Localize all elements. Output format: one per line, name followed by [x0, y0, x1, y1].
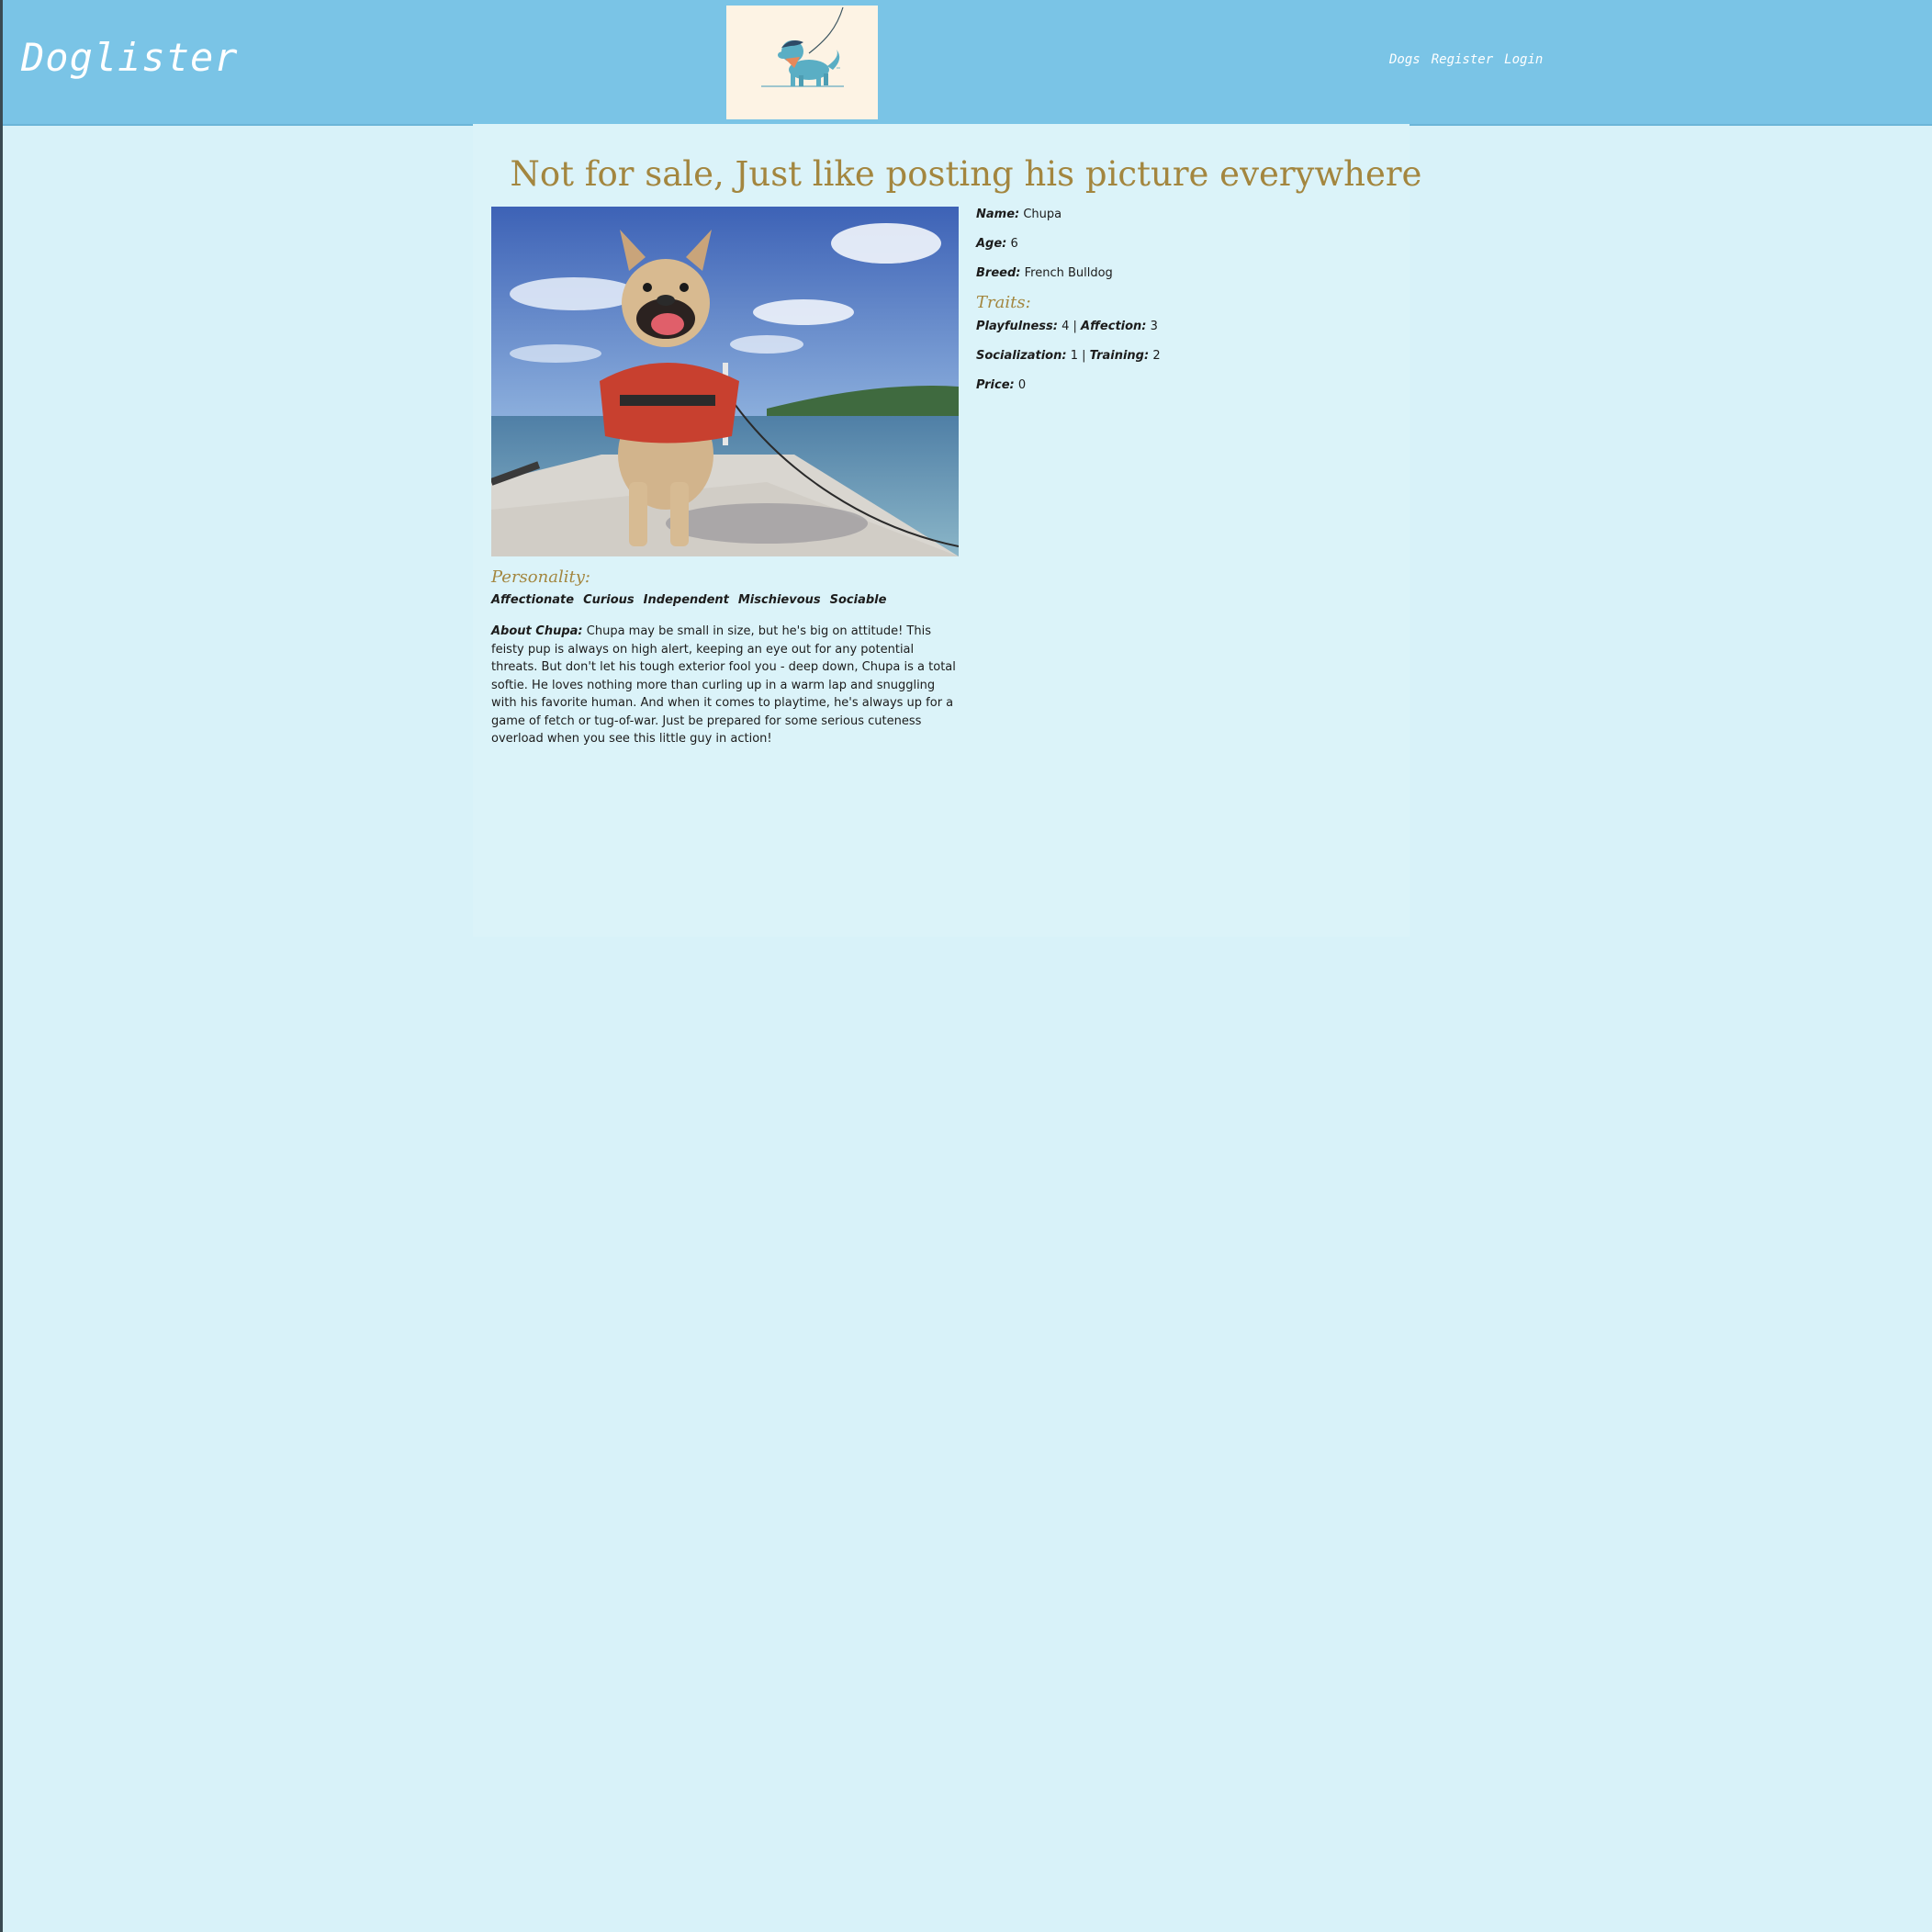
personality-tag: Independent [643, 593, 729, 607]
about-section: About Chupa: Chupa may be small in size,… [491, 623, 960, 748]
site-header: Doglister Dogs Register Login [3, 0, 1932, 126]
dog-name-row: Name: Chupa [976, 208, 1061, 221]
dog-breed-row: Breed: French Bulldog [976, 266, 1113, 280]
age-value: 6 [1010, 237, 1018, 251]
name-label: Name: [976, 208, 1020, 221]
personality-tag: Sociable [829, 593, 887, 607]
personality-tag: Affectionate [491, 593, 575, 607]
traits-title: Traits: [976, 293, 1031, 312]
about-label: About Chupa: [491, 624, 583, 638]
main-nav: Dogs Register Login [1389, 52, 1543, 67]
playfulness-label: Playfulness: [976, 320, 1058, 333]
dog-logo-icon [726, 6, 878, 119]
personality-tag: Curious [583, 593, 635, 607]
nav-link-dogs[interactable]: Dogs [1389, 52, 1421, 67]
training-label: Training: [1089, 349, 1150, 363]
page-title: Not for sale, Just like posting his pict… [510, 154, 1422, 194]
socialization-value: 1 [1070, 349, 1078, 363]
breed-label: Breed: [976, 266, 1021, 280]
affection-value: 3 [1150, 320, 1158, 333]
playfulness-value: 4 [1061, 320, 1070, 333]
nav-link-login[interactable]: Login [1504, 52, 1543, 67]
price-value: 0 [1017, 378, 1027, 392]
personality-tags: Affectionate Curious Independent Mischie… [491, 593, 886, 607]
window-edge [0, 0, 3, 1932]
breed-value: French Bulldog [1024, 266, 1113, 280]
nav-link-register[interactable]: Register [1432, 52, 1493, 67]
about-text: Chupa may be small in size, but he's big… [491, 624, 956, 746]
dog-age-row: Age: 6 [976, 237, 1018, 251]
site-brand[interactable]: Doglister [21, 35, 239, 80]
training-value: 2 [1152, 349, 1161, 363]
traits-row-1: Playfulness: 4 | Affection: 3 [976, 320, 1158, 333]
traits-row-2: Socialization: 1 | Training: 2 [976, 349, 1161, 363]
age-label: Age: [976, 237, 1007, 251]
dog-photo [491, 207, 959, 556]
price-label: Price: [976, 378, 1015, 392]
dog-price-row: Price: 0 [976, 378, 1026, 392]
affection-label: Affection: [1081, 320, 1147, 333]
name-value: Chupa [1023, 208, 1062, 221]
socialization-label: Socialization: [976, 349, 1067, 363]
personality-tag: Mischievous [737, 593, 821, 607]
personality-title: Personality: [491, 567, 590, 587]
trait-separator: | [1073, 320, 1077, 333]
trait-separator: | [1082, 349, 1086, 363]
